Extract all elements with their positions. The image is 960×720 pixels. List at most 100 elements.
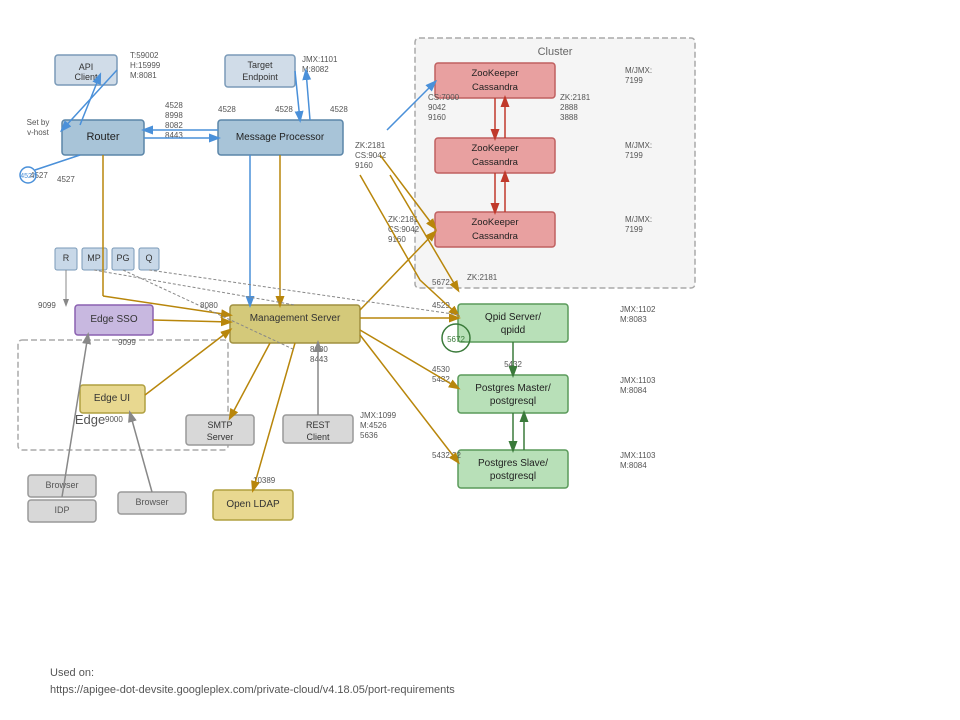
svg-text:ZooKeeper: ZooKeeper	[471, 217, 518, 228]
svg-text:JMX:1099: JMX:1099	[360, 411, 397, 420]
svg-text:M:8083: M:8083	[620, 315, 647, 324]
svg-text:ZooKeeper: ZooKeeper	[471, 68, 518, 79]
svg-text:4527: 4527	[57, 175, 75, 184]
svg-text:Management Server: Management Server	[250, 313, 341, 324]
svg-text:Message Processor: Message Processor	[236, 132, 325, 143]
svg-text:H:15999: H:15999	[130, 61, 161, 70]
svg-text:8080: 8080	[310, 345, 328, 354]
svg-text:9160: 9160	[428, 113, 446, 122]
svg-text:Browser: Browser	[135, 497, 168, 507]
svg-text:Client: Client	[74, 72, 98, 82]
svg-text:ZK:2181: ZK:2181	[355, 141, 386, 150]
footer: Used on: https://apigee-dot-devsite.goog…	[50, 665, 455, 700]
svg-text:M:8084: M:8084	[620, 386, 647, 395]
svg-text:M/JMX:: M/JMX:	[625, 66, 652, 75]
browser-idp-node: Browser IDP	[28, 475, 96, 522]
svg-text:4528: 4528	[275, 105, 293, 114]
svg-text:Browser: Browser	[45, 480, 78, 490]
svg-text:9099: 9099	[38, 301, 56, 310]
svg-text:9042: 9042	[428, 103, 446, 112]
diagram-container: Cluster Edge API Client T:59002 H:15999 …	[0, 0, 960, 660]
svg-text:MP: MP	[87, 253, 101, 263]
svg-text:SMTP: SMTP	[207, 420, 232, 430]
svg-text:API: API	[79, 62, 94, 72]
svg-text:9000: 9000	[105, 415, 123, 424]
svg-text:5636: 5636	[360, 431, 378, 440]
target-endpoint-node: Target Endpoint JMX:1101 M:8082	[225, 55, 338, 87]
edge-label: Edge	[75, 412, 105, 427]
svg-text:ZK:2181: ZK:2181	[467, 273, 498, 282]
svg-text:4530: 4530	[432, 365, 450, 374]
cluster-label: Cluster	[538, 46, 573, 58]
svg-text:4528: 4528	[330, 105, 348, 114]
svg-text:M:8084: M:8084	[620, 461, 647, 470]
svg-text:IDP: IDP	[54, 505, 69, 515]
svg-text:Set by: Set by	[27, 118, 50, 127]
svg-text:ZooKeeper: ZooKeeper	[471, 143, 518, 154]
postgres-slave-node: Postgres Slave/ postgresql JMX:1103 M:80…	[432, 450, 656, 488]
svg-text:4528: 4528	[218, 105, 236, 114]
rest-client-node: REST Client JMX:1099 M:4526 5636	[283, 411, 397, 443]
svg-text:Cassandra: Cassandra	[472, 231, 519, 242]
svg-text:M:8081: M:8081	[130, 71, 157, 80]
svg-text:JMX:1101: JMX:1101	[302, 55, 338, 64]
svg-text:9099: 9099	[118, 338, 136, 347]
edge-sso-node: Edge SSO 9099 9099 8080	[38, 301, 218, 347]
svg-text:7199: 7199	[625, 225, 643, 234]
svg-text:T:59002: T:59002	[130, 51, 159, 60]
svg-text:CS:7000: CS:7000	[428, 93, 460, 102]
message-processor-node: Message Processor ZK:2181 CS:9042 9160	[218, 120, 387, 170]
svg-text:Postgres Slave/: Postgres Slave/	[478, 458, 548, 469]
svg-text:Qpid Server/: Qpid Server/	[485, 312, 541, 323]
svg-text:9160: 9160	[355, 161, 373, 170]
footer-line1: Used on:	[50, 667, 94, 679]
open-ldap-node: Open LDAP 10389	[213, 476, 293, 520]
svg-text:R: R	[63, 253, 70, 263]
svg-text:Cassandra: Cassandra	[472, 82, 519, 93]
svg-text:v-host: v-host	[27, 128, 50, 137]
svg-text:PG: PG	[116, 253, 129, 263]
svg-text:7199: 7199	[625, 76, 643, 85]
svg-text:M/JMX:: M/JMX:	[625, 215, 652, 224]
svg-text:Endpoint: Endpoint	[242, 72, 278, 82]
svg-text:Edge SSO: Edge SSO	[90, 314, 137, 325]
svg-text:4527: 4527	[20, 173, 36, 180]
svg-text:Postgres Master/: Postgres Master/	[475, 383, 551, 394]
svg-text:JMX:1103: JMX:1103	[620, 451, 656, 460]
svg-text:qpidd: qpidd	[501, 325, 525, 336]
svg-text:postgresql: postgresql	[490, 396, 536, 407]
svg-text:REST: REST	[306, 420, 331, 430]
svg-text:8082: 8082	[165, 121, 183, 130]
svg-text:M/JMX:: M/JMX:	[625, 141, 652, 150]
svg-text:4528: 4528	[165, 101, 183, 110]
svg-text:8080: 8080	[200, 301, 218, 310]
svg-text:Server: Server	[207, 432, 234, 442]
svg-text:M:4526: M:4526	[360, 421, 387, 430]
svg-text:5672: 5672	[432, 278, 450, 287]
svg-text:Open LDAP: Open LDAP	[226, 499, 280, 510]
management-server-node: Management Server 8080 8443	[230, 305, 360, 364]
svg-text:ZK:2181: ZK:2181	[560, 93, 591, 102]
svg-text:2888: 2888	[560, 103, 578, 112]
svg-text:Cassandra: Cassandra	[472, 157, 519, 168]
svg-text:Edge UI: Edge UI	[94, 393, 130, 404]
svg-text:Target: Target	[247, 60, 273, 70]
svg-text:Q: Q	[145, 253, 152, 263]
qpid-node: Qpid Server/ qpidd JMX:1102 M:8083 4529 …	[432, 278, 656, 352]
svg-text:postgresql: postgresql	[490, 471, 536, 482]
svg-text:5672: 5672	[447, 335, 465, 344]
postgres-master-node: Postgres Master/ postgresql JMX:1103 M:8…	[432, 360, 656, 413]
svg-text:3888: 3888	[560, 113, 578, 122]
svg-text:JMX:1102: JMX:1102	[620, 305, 656, 314]
footer-line2: https://apigee-dot-devsite.googleplex.co…	[50, 684, 455, 696]
router-node: Router Set by v-host 4528 8998 8082 8443	[27, 101, 184, 155]
svg-text:JMX:1103: JMX:1103	[620, 376, 656, 385]
svg-text:8998: 8998	[165, 111, 183, 120]
svg-text:Client: Client	[306, 432, 330, 442]
small-nodes: R MP PG Q	[55, 248, 159, 270]
smtp-server-node: SMTP Server	[186, 415, 254, 445]
svg-text:8443: 8443	[310, 355, 328, 364]
svg-text:Router: Router	[86, 131, 119, 143]
svg-text:5432,22: 5432,22	[432, 451, 461, 460]
browser-node: Browser	[118, 492, 186, 514]
